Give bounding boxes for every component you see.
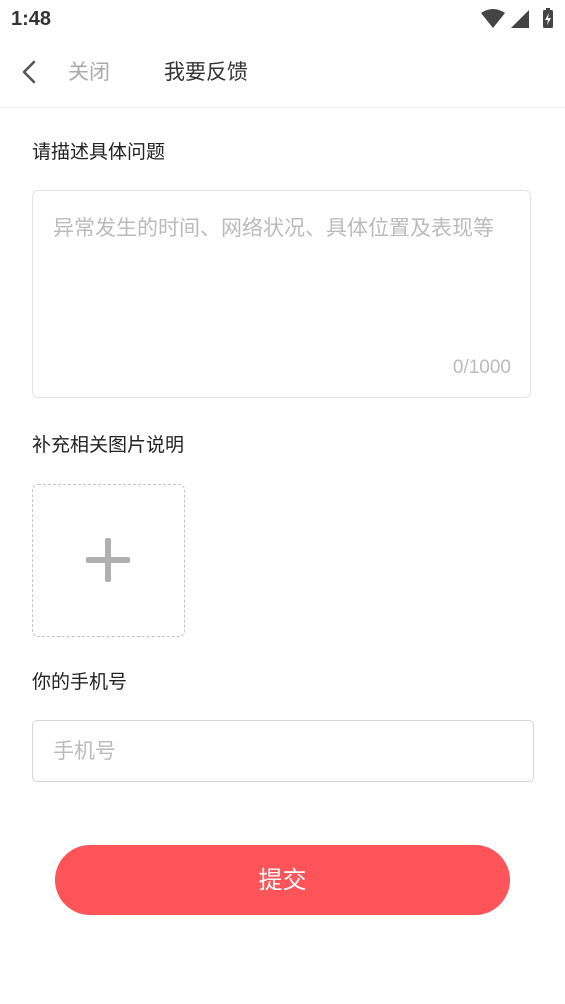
description-textarea[interactable]: 异常发生的时间、网络状况、具体位置及表现等 0/1000 [32,190,531,398]
back-button[interactable] [12,54,48,90]
character-counter: 0/1000 [452,357,511,378]
status-time: 1:48 [11,8,52,30]
nav-bar: 关闭 我要反馈 [0,38,565,108]
close-button[interactable]: 关闭 [68,58,110,86]
status-bar: 1:48 [0,0,565,38]
plus-icon [86,538,130,582]
phone-input[interactable] [33,721,533,781]
add-image-button[interactable] [32,484,185,637]
chevron-left-icon [22,60,36,84]
cellular-signal-icon [511,10,529,28]
phone-label: 你的手机号 [32,671,128,693]
wifi-icon [481,9,505,28]
images-label: 补充相关图片说明 [32,434,185,456]
description-placeholder: 异常发生的时间、网络状况、具体位置及表现等 [53,216,494,240]
status-icons [477,8,557,30]
description-label: 请描述具体问题 [32,141,166,163]
battery-charging-icon [543,8,553,28]
page-title: 我要反馈 [164,60,248,84]
phone-field[interactable] [32,720,534,782]
submit-button[interactable]: 提交 [55,845,510,915]
